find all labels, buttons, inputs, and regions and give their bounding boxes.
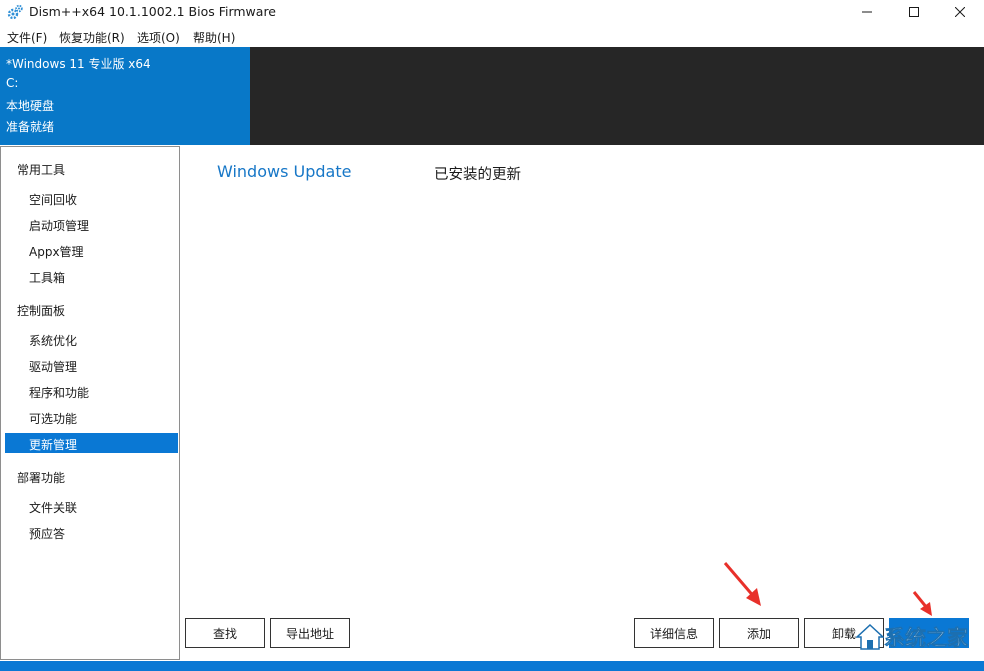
sidebar-group-deployment: 部署功能 <box>17 471 66 485</box>
export-address-button[interactable]: 导出地址 <box>270 618 350 648</box>
add-button[interactable]: 添加 <box>719 618 799 648</box>
details-button[interactable]: 详细信息 <box>634 618 714 648</box>
sidebar-item-answer-file[interactable]: 预应答 <box>5 522 178 542</box>
menu-options[interactable]: 选项(O) <box>137 29 180 46</box>
close-button[interactable] <box>937 0 983 24</box>
menu-bar: 文件(F) 恢复功能(R) 选项(O) 帮助(H) <box>0 26 984 46</box>
window-title: Dism++x64 10.1.1002.1 Bios Firmware <box>29 4 276 19</box>
house-logo-icon <box>855 623 885 653</box>
sidebar-item-appx-manager[interactable]: Appx管理 <box>5 240 178 260</box>
sidebar-item-toolbox[interactable]: 工具箱 <box>5 266 178 286</box>
session-area <box>250 47 984 145</box>
sidebar-item-startup-manager[interactable]: 启动项管理 <box>5 214 178 234</box>
maximize-icon <box>909 7 919 17</box>
watermark-subtext: XITONGZHIJIA.NET <box>874 650 964 659</box>
sidebar-group-common-tools: 常用工具 <box>17 163 66 177</box>
annotation-arrow-icon <box>912 591 932 616</box>
update-list[interactable] <box>184 190 974 610</box>
annotation-arrow-icon <box>723 562 761 606</box>
sidebar-item-system-optimize[interactable]: 系统优化 <box>5 329 178 349</box>
minimize-icon <box>862 7 872 17</box>
sidebar-item-update-manager[interactable]: 更新管理 <box>5 433 178 453</box>
sidebar: 常用工具 空间回收 启动项管理 Appx管理 工具箱 控制面板 系统优化 驱动管… <box>0 146 180 660</box>
menu-restore[interactable]: 恢复功能(R) <box>59 29 125 46</box>
gear-app-icon <box>7 4 23 20</box>
menu-file[interactable]: 文件(F) <box>7 29 47 46</box>
sidebar-item-programs-features[interactable]: 程序和功能 <box>5 381 178 401</box>
search-button[interactable]: 查找 <box>185 618 265 648</box>
minimize-button[interactable] <box>844 0 890 24</box>
maximize-button[interactable] <box>891 0 937 24</box>
disk-type: 本地硬盘 <box>6 99 55 113</box>
sidebar-item-file-association[interactable]: 文件关联 <box>5 496 178 516</box>
sidebar-item-optional-features[interactable]: 可选功能 <box>5 407 178 427</box>
title-bar: Dism++x64 10.1.1002.1 Bios Firmware <box>0 0 984 24</box>
status-bar <box>0 661 984 671</box>
system-info-panel[interactable]: *Windows 11 专业版 x64 C: 本地硬盘 准备就绪 <box>0 47 250 145</box>
os-name: *Windows 11 专业版 x64 <box>6 57 151 71</box>
status-text: 准备就绪 <box>6 120 55 134</box>
sidebar-item-space-recovery[interactable]: 空间回收 <box>5 188 178 208</box>
sidebar-group-control-panel: 控制面板 <box>17 304 66 318</box>
tab-installed-updates[interactable]: 已安装的更新 <box>434 163 521 184</box>
drive-letter: C: <box>6 76 19 90</box>
sidebar-item-driver-manager[interactable]: 驱动管理 <box>5 355 178 375</box>
close-icon <box>955 7 965 17</box>
watermark-text: 系统之家 <box>884 626 969 651</box>
tab-windows-update[interactable]: Windows Update <box>217 162 351 181</box>
menu-help[interactable]: 帮助(H) <box>193 29 235 46</box>
